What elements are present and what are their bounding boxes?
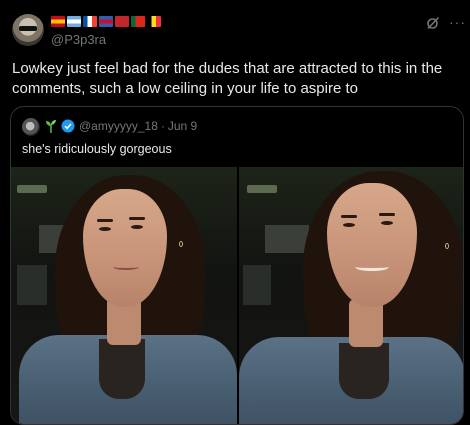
left-brow [97,219,113,222]
smile [355,263,389,271]
france-flag-icon [83,16,97,27]
more-options-icon[interactable]: ··· [449,15,466,29]
quoted-handle[interactable]: @amyyyyy_18 [79,119,158,133]
background-object [243,265,271,305]
verified-badge-icon [61,119,75,133]
background-light [17,185,47,193]
left-eye [343,223,355,227]
flag-emoji-row [51,16,161,27]
quoted-post[interactable]: @amyyyyy_18 · Jun 9 she's ridiculously gor… [10,106,464,425]
right-eye [131,225,143,229]
quoted-photo-right[interactable] [239,167,463,424]
right-brow [379,213,395,216]
quoted-text: she's ridiculously gorgeous [22,142,172,156]
belgium-flag-icon [147,16,161,27]
author-avatar[interactable] [12,14,44,46]
quoted-date[interactable]: Jun 9 [168,119,197,133]
spain-flag-icon [51,16,65,27]
shirt [339,343,389,399]
post-text: Lowkey just feel bad for the dudes that … [12,60,443,97]
portugal-flag-icon [131,16,145,27]
background-light [247,185,277,193]
avatar-glasses [19,26,37,31]
mouth [113,264,139,270]
grok-icon[interactable] [426,16,440,30]
earring [179,241,183,247]
shirt [99,339,145,399]
earring [445,243,449,249]
meta-separator: · [160,119,165,133]
quoted-photo-left[interactable] [11,167,237,424]
argentina-flag-icon [67,16,81,27]
left-eye [99,227,111,231]
background-sign [265,225,309,253]
right-brow [129,217,145,220]
sprout-emoji-icon [46,120,56,133]
quoted-meta: @amyyyyy_18 · Jun 9 [79,119,197,133]
background-object [17,265,47,305]
right-eye [381,221,393,225]
morocco-flag-icon [115,16,129,27]
flag-icon-4 [99,16,113,27]
quoted-author-avatar[interactable] [22,118,40,136]
left-brow [341,215,357,218]
author-handle[interactable]: @P3p3ra [51,32,106,47]
